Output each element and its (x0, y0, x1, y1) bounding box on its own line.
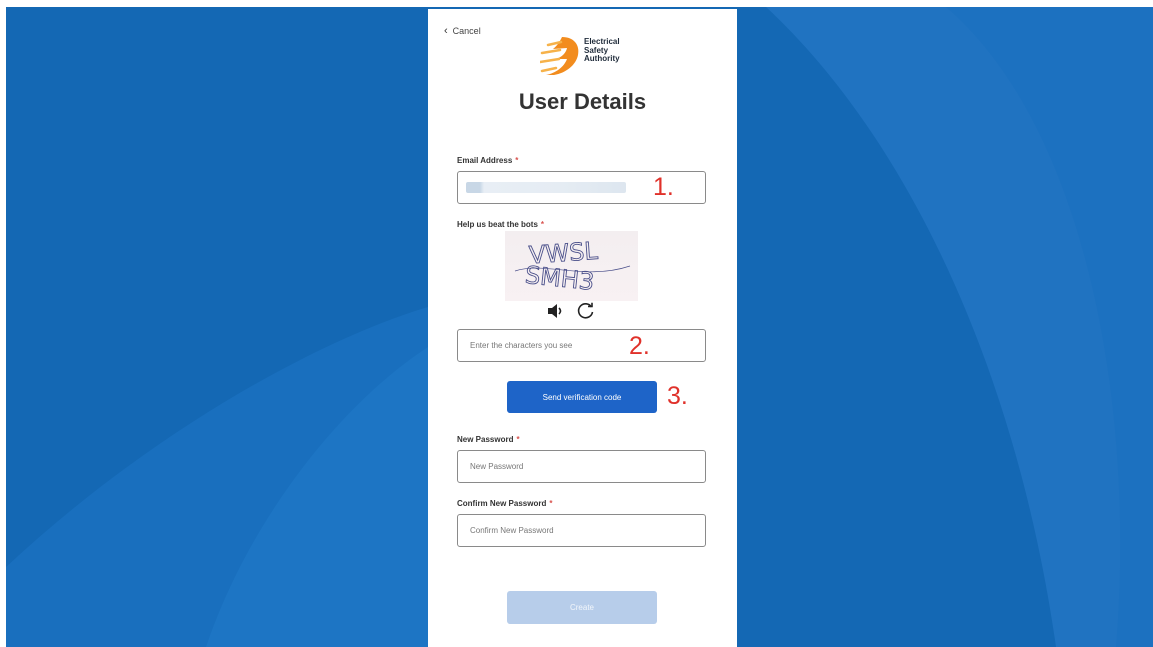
captcha-text-line-2: SMH3 (524, 261, 596, 296)
confirm-password-field[interactable]: Confirm New Password (457, 514, 706, 547)
required-mark: * (549, 499, 553, 508)
confirm-password-label-text: Confirm New Password (457, 499, 547, 508)
required-mark: * (515, 156, 519, 165)
logo-wordmark: Electrical Safety Authority (584, 37, 620, 64)
captcha-placeholder: Enter the characters you see (470, 341, 573, 350)
chevron-left-icon: ‹ (444, 24, 448, 37)
captcha-image: VWSL SMH3 (505, 231, 638, 301)
logo-line-3: Authority (584, 54, 620, 63)
page-title: User Details (518, 89, 647, 114)
esa-logo-mark (538, 37, 579, 75)
required-mark: * (540, 220, 545, 229)
step-1-annotation: 1. (653, 173, 674, 201)
cancel-label: Cancel (452, 26, 481, 36)
captcha-label: Help us beat the bots * (457, 220, 544, 229)
refresh-icon[interactable] (577, 302, 595, 325)
new-password-label: New Password * (457, 435, 520, 444)
required-mark: * (516, 435, 520, 444)
new-password-label-text: New Password (457, 435, 514, 444)
step-3-annotation: 3. (667, 382, 688, 410)
captcha-controls (547, 302, 607, 324)
send-verification-code-button[interactable]: Send verification code (507, 381, 657, 413)
captcha-input[interactable]: Enter the characters you see 2. (457, 329, 706, 362)
confirm-password-label: Confirm New Password * (457, 499, 552, 508)
confirm-password-placeholder: Confirm New Password (470, 526, 554, 535)
email-label-text: Email Address (457, 156, 513, 165)
new-password-field[interactable]: New Password (457, 450, 706, 483)
create-button[interactable]: Create (507, 591, 657, 624)
email-value-redacted (466, 182, 626, 193)
captcha-label-text: Help us beat the bots (457, 220, 538, 229)
step-2-annotation: 2. (629, 332, 650, 360)
new-password-placeholder: New Password (470, 462, 524, 471)
email-field[interactable]: 1. (457, 171, 706, 204)
email-label: Email Address * (457, 156, 518, 165)
esa-logo: Electrical Safety Authority (538, 33, 635, 79)
cancel-link[interactable]: ‹ Cancel (444, 24, 481, 37)
signup-card: ‹ Cancel Electrical Safety Authority Use… (428, 9, 737, 647)
speaker-icon[interactable] (547, 303, 565, 324)
